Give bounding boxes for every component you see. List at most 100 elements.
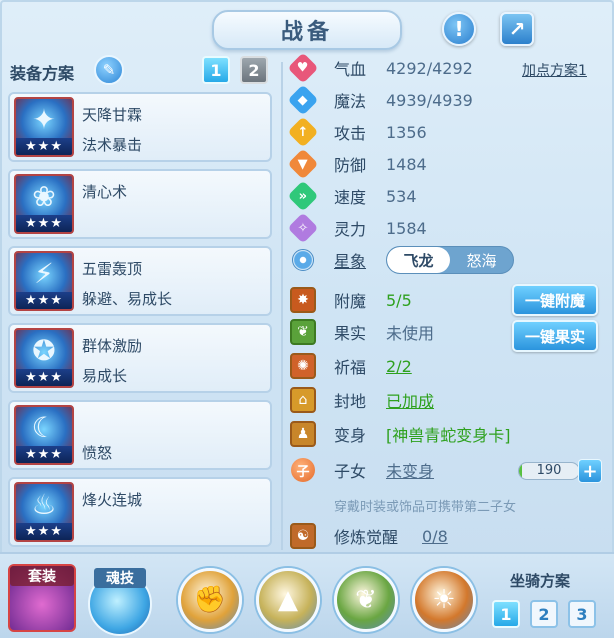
stat-row: ↑ 攻击 1356 [287, 116, 510, 148]
tower-orb[interactable]: ▲ [256, 568, 320, 632]
claw-orb[interactable]: ✊ [178, 568, 242, 632]
skill-icon: ✪ ★★★ [14, 328, 74, 388]
skill-glyph: ⚡ [34, 257, 54, 290]
blessing-value[interactable]: 2/2 [386, 357, 412, 376]
skill-card[interactable]: ✦ ★★★ 天降甘霖法术暴击 [8, 92, 272, 162]
mount-tab-1[interactable]: 1 [492, 600, 520, 628]
skill-card[interactable]: ✪ ★★★ 群体激励易成长 [8, 323, 272, 393]
child-level-text: 190 [536, 463, 562, 478]
star-image-row: 星象 [290, 246, 380, 274]
transform-icon: ♟ [290, 421, 316, 447]
leaf-orb[interactable]: ❦ [334, 568, 398, 632]
plan-tab-1[interactable]: 1 [202, 56, 230, 84]
stat-glyph: ✧ [297, 220, 309, 236]
attribute-plan-link[interactable]: 加点方案1 [522, 60, 587, 80]
skill-icon: ✦ ★★★ [14, 97, 74, 157]
skill-name: 五雷轰顶 [82, 260, 143, 278]
skill-card[interactable]: ☾ ★★★ 愤怒 [8, 400, 272, 470]
stat-icon: ◆ [287, 84, 319, 116]
enfeoff-label: 封地 [334, 392, 367, 411]
enfeoff-row: ⌂ 封地 已加成 [290, 386, 510, 414]
skill-glyph: ❀ [32, 180, 56, 213]
cultivation-label: 修炼觉醒 [334, 528, 399, 547]
equipment-plan-label: 装备方案 [10, 64, 75, 83]
skill-icon: ♨ ★★★ [14, 482, 74, 542]
skill-name: 清心术 [82, 183, 128, 201]
skill-name: 群体激励 [82, 337, 143, 355]
plan-tab-2[interactable]: 2 [240, 56, 268, 84]
skill-effect: 法术暴击 [82, 136, 143, 154]
enchant-label: 附魔 [334, 292, 367, 311]
enchant-row: ✸ 附魔 5/5 [290, 286, 510, 314]
stat-label: 气血 [334, 60, 367, 79]
skill-icon: ❀ ★★★ [14, 174, 74, 234]
cultivation-value[interactable]: 0/8 [422, 527, 448, 546]
stat-value: 4292/4292 [386, 58, 473, 78]
info-button[interactable]: ! [442, 12, 476, 46]
skill-effect: 易成长 [82, 367, 128, 385]
blessing-row: ✺ 祈福 2/2 [290, 352, 510, 380]
star-image-label[interactable]: 星象 [334, 248, 366, 272]
transform-card-value[interactable]: [神兽青蛇变身卡] [386, 422, 511, 446]
skill-glyph: ☾ [31, 411, 57, 444]
toggle-option-flying-dragon[interactable]: 飞龙 [387, 247, 450, 273]
children-value[interactable]: 未变身 [386, 458, 434, 482]
mount-tab-3[interactable]: 3 [568, 600, 596, 628]
stat-icon: ♥ [287, 52, 319, 84]
children-row: 子 子女 未变身 [290, 456, 510, 484]
skill-glyph: ✦ [32, 103, 56, 136]
stat-value: 1584 [386, 218, 427, 238]
flame-orb[interactable]: ☀ [412, 568, 476, 632]
stat-row: ◆ 魔法 4939/4939 [287, 84, 510, 116]
orb-glyph: ❦ [355, 585, 377, 615]
skill-stars: ★★★ [16, 215, 72, 232]
skill-icon: ⚡ ★★★ [14, 251, 74, 311]
share-button[interactable]: ↗ [500, 12, 534, 46]
blessing-icon: ✺ [290, 353, 316, 379]
stat-label: 速度 [334, 188, 367, 207]
orb-glyph: ▲ [278, 585, 298, 615]
stat-glyph: » [298, 188, 308, 204]
orb-glyph: ✊ [193, 585, 227, 615]
enchant-icon: ✸ [290, 287, 316, 313]
fruit-value: 未使用 [386, 324, 435, 343]
child-icon: 子 [290, 457, 316, 483]
star-compass-icon [290, 247, 316, 273]
fruit-row: ❦ 果实 未使用 [290, 318, 510, 346]
mount-tab-2[interactable]: 2 [530, 600, 558, 628]
stat-glyph: ▼ [298, 156, 308, 172]
mount-plan-label: 坐骑方案 [510, 572, 571, 590]
stat-row: ♥ 气血 4292/4292 [287, 52, 510, 84]
transform-label: 变身 [334, 426, 367, 445]
add-level-button[interactable]: + [578, 459, 602, 483]
stat-glyph: ♥ [297, 60, 309, 76]
skill-card[interactable]: ❀ ★★★ 清心术 [8, 169, 272, 239]
star-image-toggle[interactable]: 飞龙 怒海 [386, 246, 514, 274]
territory-icon: ⌂ [290, 387, 316, 413]
children-label: 子女 [334, 462, 367, 481]
skill-effect: 愤怒 [82, 444, 113, 462]
suit-label: 套装 [10, 566, 74, 586]
skill-name: 天降甘霖 [82, 106, 143, 124]
pencil-icon: ✎ [102, 61, 116, 79]
skill-glyph: ✪ [32, 334, 56, 367]
skill-stars: ★★★ [16, 138, 72, 155]
one-click-enchant-button[interactable]: 一键附魔 [512, 284, 598, 316]
child-level-bar: 190 [518, 462, 580, 480]
enfeoff-value[interactable]: 已加成 [386, 388, 434, 412]
skill-card[interactable]: ⚡ ★★★ 五雷轰顶躲避、易成长 [8, 246, 272, 316]
toggle-option-raging-sea[interactable]: 怒海 [450, 247, 513, 273]
one-click-fruit-button[interactable]: 一键果实 [512, 320, 598, 352]
edit-plan-button[interactable]: ✎ [94, 55, 124, 85]
skill-card[interactable]: ♨ ★★★ 烽火连城 [8, 477, 272, 547]
stat-glyph: ◆ [298, 92, 308, 108]
stat-label: 防御 [334, 156, 367, 175]
skill-effect: 躲避、易成长 [82, 290, 173, 308]
skill-stars: ★★★ [16, 446, 72, 463]
stat-row: ✧ 灵力 1584 [287, 212, 510, 244]
fruit-label: 果实 [334, 324, 367, 343]
second-child-hint: 穿戴时装或饰品可携带第二子女 [334, 500, 517, 515]
stat-value: 1356 [386, 122, 427, 142]
transform-row: ♟ 变身 [神兽青蛇变身卡] [290, 420, 520, 448]
skill-stars: ★★★ [16, 523, 72, 540]
